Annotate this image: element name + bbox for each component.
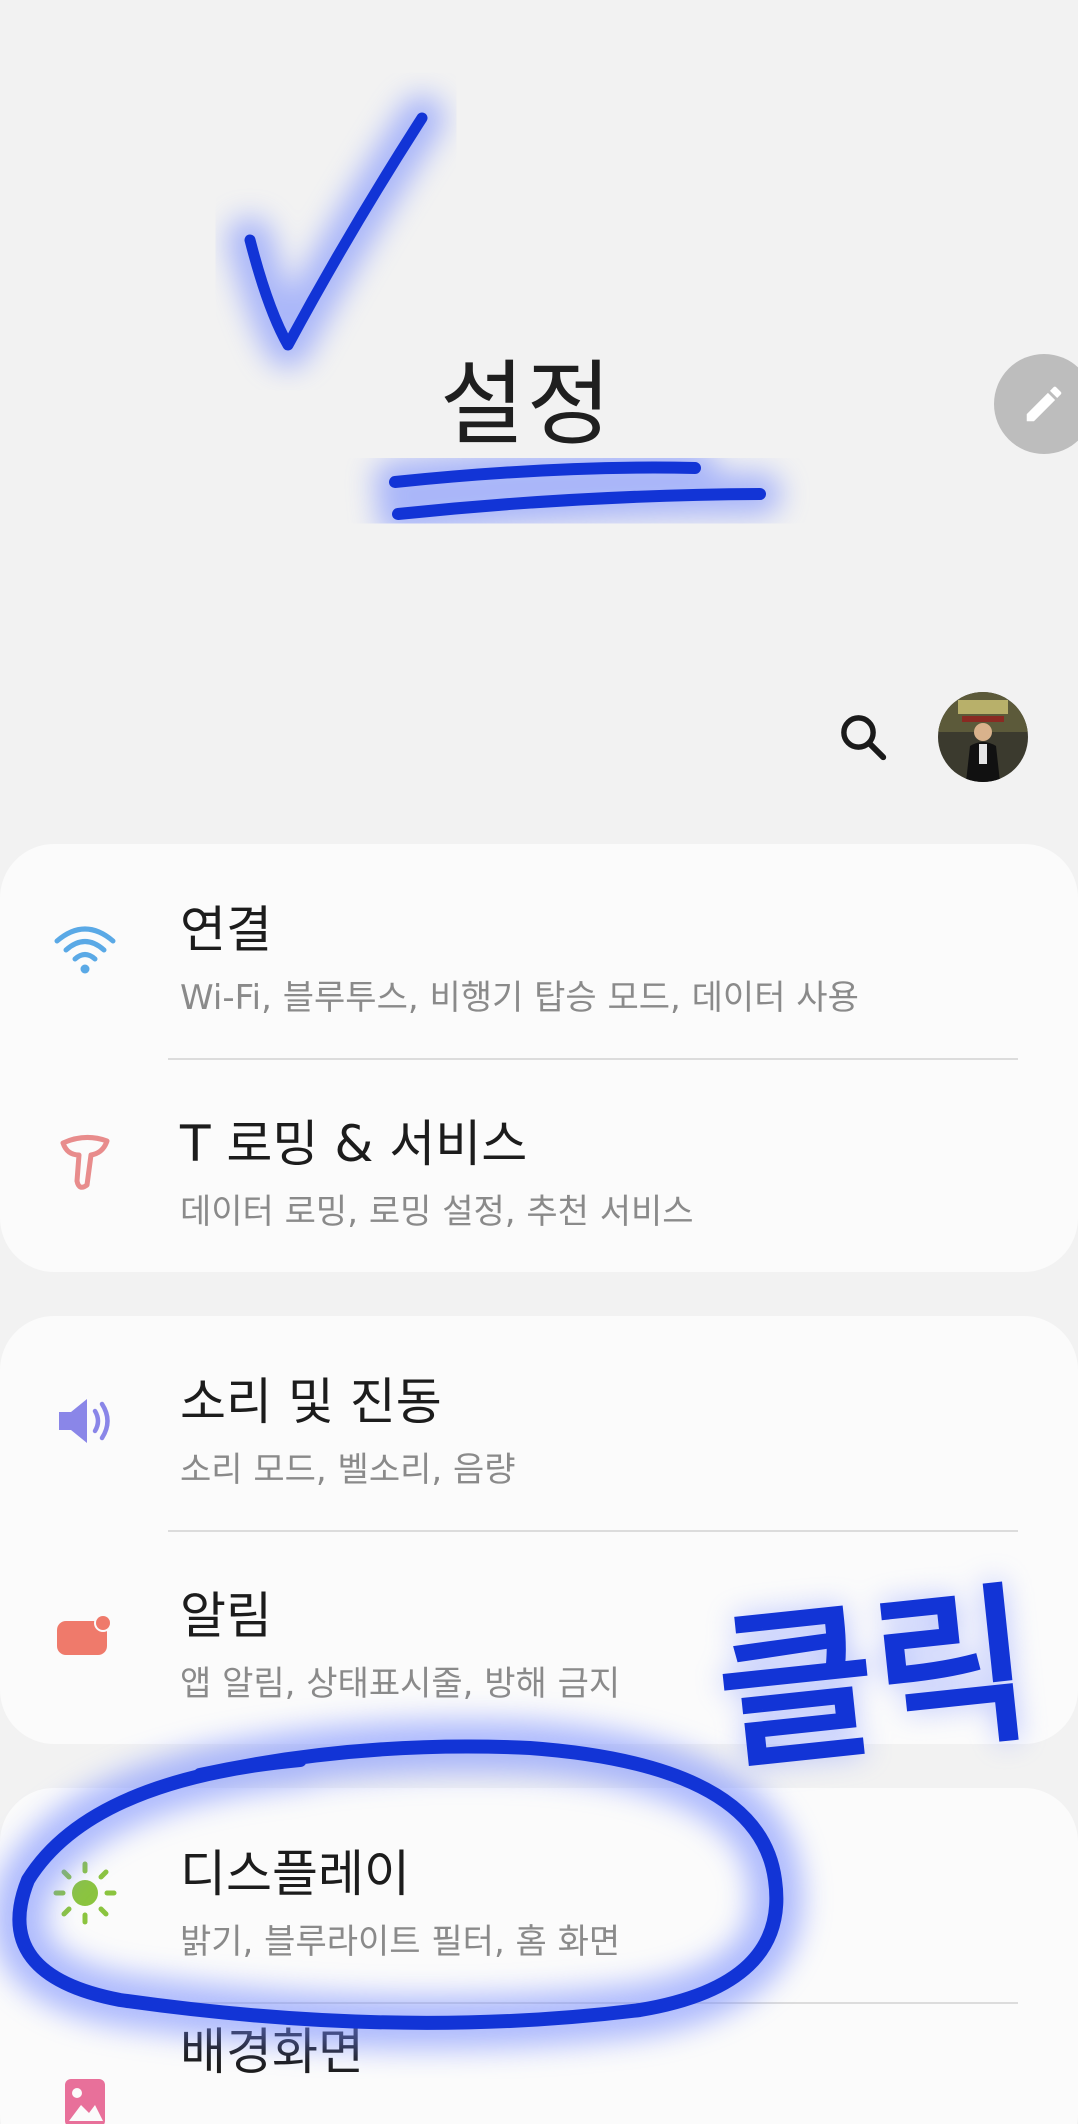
settings-item-sound[interactable]: 소리 및 진동 소리 모드, 벨소리, 음량	[0, 1316, 1078, 1528]
settings-item-description: 밝기, 블루라이트 필터, 홈 화면	[180, 1922, 621, 1962]
settings-item-label: 연결	[180, 901, 272, 959]
settings-item-label: 소리 및 진동	[180, 1373, 442, 1431]
settings-item-display[interactable]: 디스플레이 밝기, 블루라이트 필터, 홈 화면	[0, 1788, 1078, 2000]
wifi-icon	[52, 916, 118, 982]
settings-item-label: 디스플레이	[180, 1845, 410, 1903]
title-underline-annotation	[373, 445, 782, 536]
page-title: 설정	[440, 351, 614, 458]
brightness-icon	[52, 1860, 118, 1926]
settings-item-wallpaper[interactable]: 배경화면	[0, 2002, 1078, 2124]
settings-group-3: 디스플레이 밝기, 블루라이트 필터, 홈 화면 배경화면	[0, 1788, 1078, 2124]
settings-item-label: 알림	[180, 1587, 272, 1645]
settings-group-2: 소리 및 진동 소리 모드, 벨소리, 음량 알림 앱 알림, 상태표시줄, 방…	[0, 1316, 1078, 1744]
settings-item-label: T 로밍 & 서비스	[180, 1115, 528, 1173]
notification-icon	[52, 1602, 118, 1668]
settings-group-1: 연결 Wi-Fi, 블루투스, 비행기 탑승 모드, 데이터 사용 T 로밍 &…	[0, 844, 1078, 1272]
profile-avatar[interactable]	[938, 692, 1028, 782]
search-icon[interactable]	[836, 710, 890, 764]
edit-button[interactable]	[994, 354, 1078, 454]
pencil-icon	[1026, 386, 1062, 422]
settings-item-description: 데이터 로밍, 로밍 설정, 추천 서비스	[180, 1192, 694, 1232]
t-roaming-icon	[52, 1130, 118, 1196]
settings-item-t-roaming[interactable]: T 로밍 & 서비스 데이터 로밍, 로밍 설정, 추천 서비스	[0, 1058, 1078, 1270]
checkmark-annotation	[227, 95, 445, 368]
settings-screen: 설정 연결 Wi-Fi, 블루투스, 비행기 탑승 모드, 데이터 사용 T 로…	[0, 0, 1078, 2124]
speaker-icon	[52, 1388, 118, 1454]
wallpaper-icon	[52, 2068, 118, 2124]
settings-item-label: 배경화면	[180, 2023, 364, 2081]
settings-item-description: 앱 알림, 상태표시줄, 방해 금지	[180, 1664, 621, 1704]
settings-item-description: 소리 모드, 벨소리, 음량	[180, 1450, 516, 1490]
settings-item-connections[interactable]: 연결 Wi-Fi, 블루투스, 비행기 탑승 모드, 데이터 사용	[0, 844, 1078, 1056]
settings-item-notifications[interactable]: 알림 앱 알림, 상태표시줄, 방해 금지	[0, 1530, 1078, 1742]
settings-item-description: Wi-Fi, 블루투스, 비행기 탑승 모드, 데이터 사용	[180, 978, 859, 1018]
